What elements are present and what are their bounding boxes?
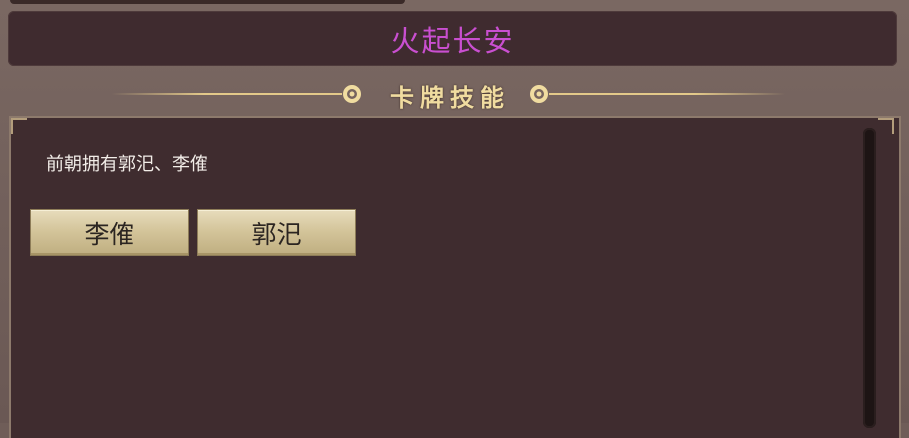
scrollbar[interactable] [863,128,876,428]
swirl-ornament-right-icon [530,85,563,103]
section-title: 卡牌技能 [390,83,510,112]
top-edge-decoration [10,0,405,4]
skill-description: 前朝拥有郭汜、李傕 [46,154,208,175]
choice-button-guo-si[interactable]: 郭汜 [197,209,356,256]
swirl-ornament-left-icon [332,85,361,103]
header-ornament-line-left [112,93,342,95]
header-ornament-line-right [560,93,785,95]
title-bar: 火起长安 [8,11,897,66]
corner-ornament-top-left [11,118,27,134]
window-title: 火起长安 [390,23,515,58]
corner-ornament-top-right [878,118,894,134]
choice-button-li-jue[interactable]: 李傕 [30,209,189,256]
